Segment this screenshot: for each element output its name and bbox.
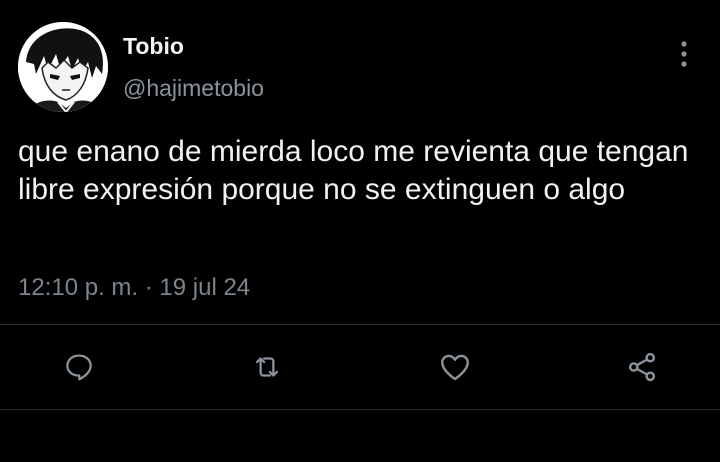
more-options-button[interactable] bbox=[670, 38, 698, 70]
divider bbox=[0, 409, 720, 410]
tweet-card[interactable]: Tobio @hajimetobio que enano de mierda l… bbox=[0, 0, 720, 462]
user-handle[interactable]: @hajimetobio bbox=[123, 75, 264, 102]
like-button[interactable] bbox=[433, 345, 477, 389]
retweet-button[interactable] bbox=[245, 345, 289, 389]
action-bar bbox=[0, 345, 720, 389]
divider bbox=[0, 324, 720, 325]
reply-button[interactable] bbox=[57, 345, 101, 389]
display-name[interactable]: Tobio bbox=[123, 33, 184, 60]
avatar[interactable] bbox=[18, 22, 108, 112]
more-vertical-icon bbox=[681, 41, 687, 67]
tweet-timestamp[interactable]: 12:10 p. m. · 19 jul 24 bbox=[18, 274, 250, 302]
tweet-text: que enano de mierda loco me revienta que… bbox=[18, 135, 689, 206]
share-icon bbox=[628, 352, 656, 382]
like-icon bbox=[441, 354, 469, 381]
reply-icon bbox=[66, 354, 92, 381]
anime-avatar-icon bbox=[18, 22, 108, 112]
retweet-icon bbox=[255, 357, 279, 377]
share-button[interactable] bbox=[620, 345, 664, 389]
